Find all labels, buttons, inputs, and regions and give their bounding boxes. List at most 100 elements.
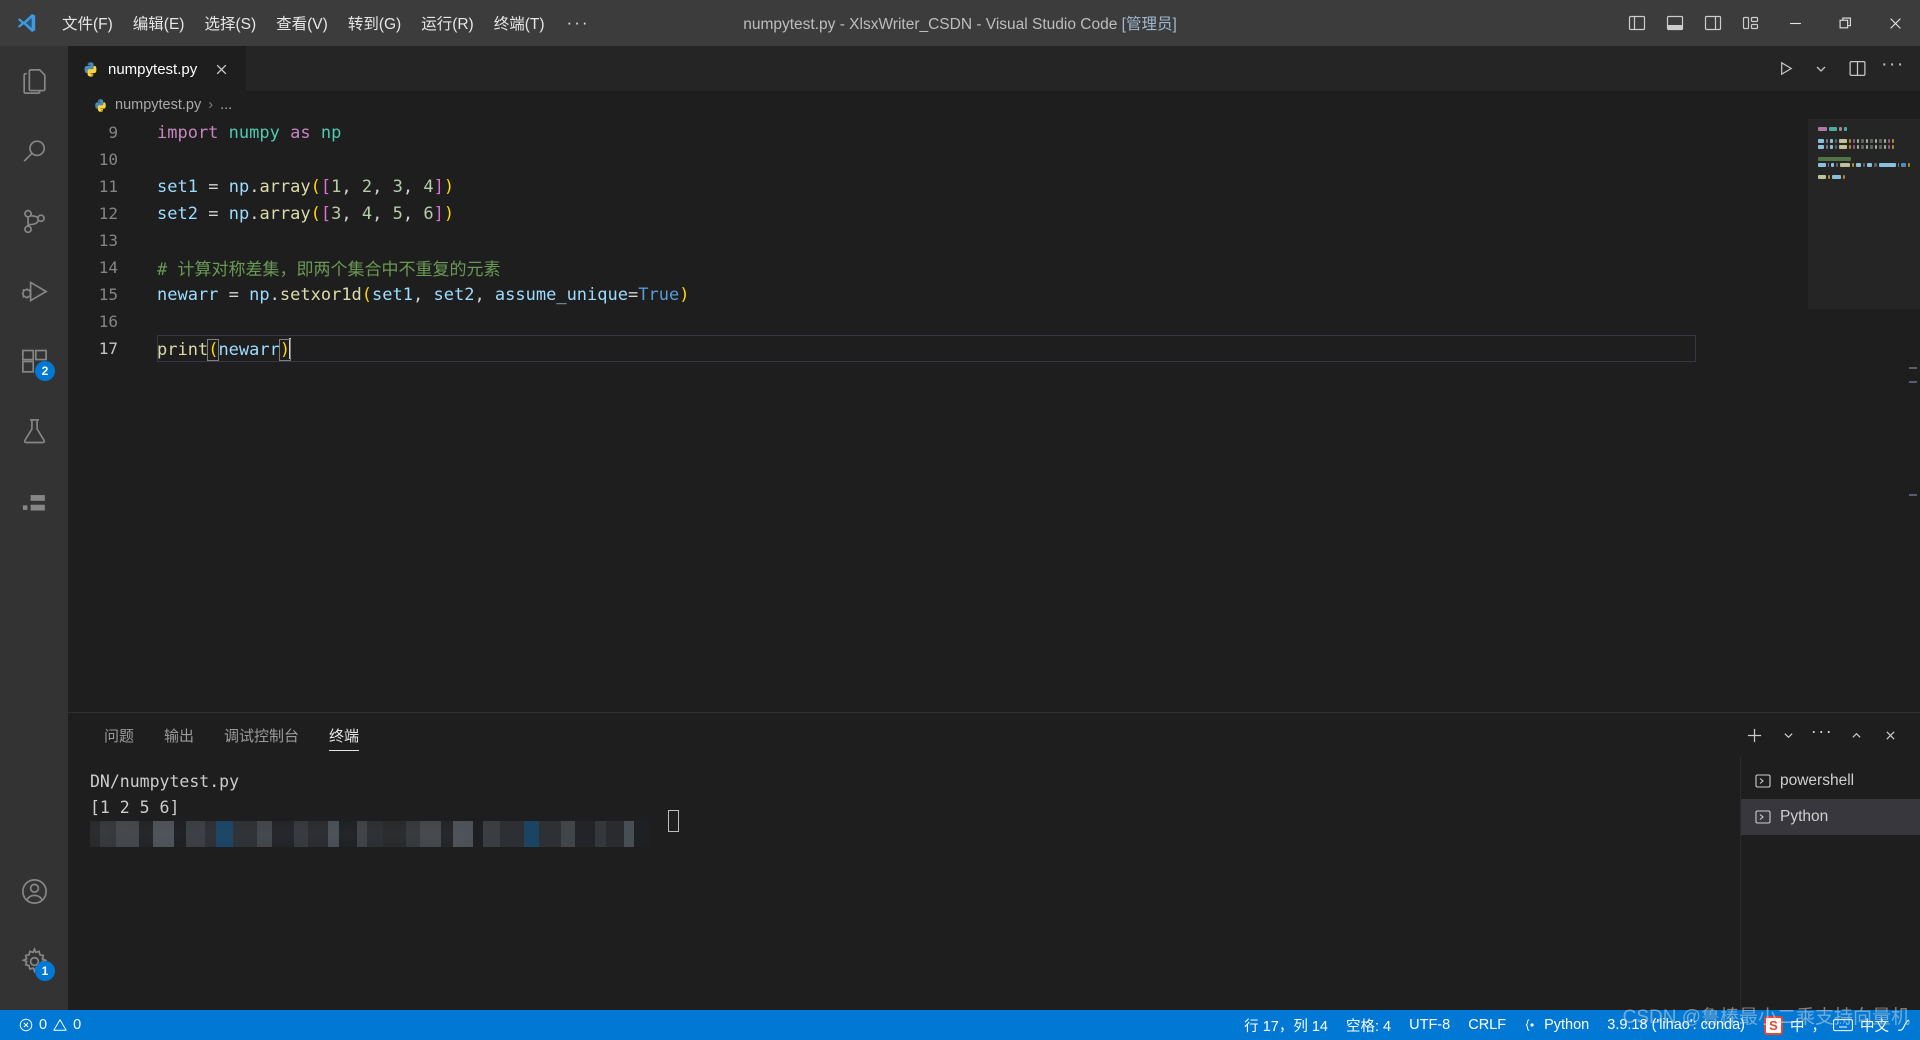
chevron-down-icon[interactable] [1804,52,1838,86]
python-icon [95,98,106,112]
code-line[interactable]: 13 [68,227,1808,254]
text-cursor [289,337,292,359]
status-eol[interactable]: CRLF [1459,1010,1515,1040]
terminal-output[interactable]: DN/numpytest.py [1 2 5 6] PS C:\Users\xx… [68,757,1740,1010]
minimap[interactable] [1808,119,1920,712]
breadcrumb: numpytest.py › ... [68,91,1920,119]
code-line[interactable]: 14 # 计算对称差集，即两个集合中不重复的元素 [68,254,1808,281]
plus-icon[interactable] [1738,719,1770,751]
error-circle-icon [19,1018,33,1032]
sidebar-item-source-control[interactable] [0,186,68,256]
menu-selection[interactable]: 选择(S) [194,0,266,46]
terminal-tab-powershell[interactable]: powershell [1741,763,1920,799]
tab-problems[interactable]: 问题 [92,713,146,757]
code-lines[interactable]: 9 import numpy as np 10 11 set1 = np.array([… [68,119,1808,712]
menu-view[interactable]: 查看(V) [266,0,338,46]
menu-run[interactable]: 运行(R) [411,0,484,46]
status-python-interpreter[interactable]: 3.9.18 ('lihao': conda) [1598,1010,1754,1040]
chevron-down-icon[interactable] [1772,719,1804,751]
ellipsis-icon[interactable]: ··· [1876,52,1910,86]
chevron-up-icon[interactable] [1840,719,1872,751]
menu-more[interactable]: ··· [555,0,602,46]
restore-button[interactable] [1820,0,1870,46]
minimap-line [1818,175,1910,179]
menu-go[interactable]: 转到(G) [338,0,411,46]
sidebar-item-explorer[interactable] [0,46,68,116]
keyboard-icon[interactable] [1833,1018,1853,1032]
ime-tray: S 中 ， 中文 [1754,1015,1912,1036]
close-icon[interactable] [1874,719,1906,751]
title-bar-actions [1618,0,1920,46]
sidebar-item-run-and-debug[interactable] [0,256,68,326]
menu-terminal[interactable]: 终端(T) [484,0,555,46]
menu-file[interactable]: 文件(F) [52,0,123,46]
panel-body: DN/numpytest.py [1 2 5 6] PS C:\Users\xx… [68,757,1920,1010]
code-line[interactable]: 12 set2 = np.array([3, 4, 5, 6]) [68,200,1808,227]
terminal-tab-label: Python [1780,808,1829,825]
tab-output[interactable]: 输出 [152,713,206,757]
line-number: 10 [98,150,118,169]
status-errors-warnings[interactable]: 0 0 [10,1010,90,1040]
code-text: set1 = np.array([1, 2, 3, 4]) [157,176,455,197]
minimap-line [1818,145,1910,149]
code-line[interactable]: 16 [68,308,1808,335]
warning-triangle-icon [53,1019,67,1031]
code-text: import numpy as np [157,122,342,143]
breadcrumb-file[interactable]: numpytest.py [115,97,201,113]
ellipsis-icon[interactable]: ··· [1806,719,1838,751]
code-line[interactable]: 11 set1 = np.array([1, 2, 3, 4]) [68,173,1808,200]
mosaic-overlay [90,821,650,847]
play-icon[interactable] [1768,52,1802,86]
tab-debug-console[interactable]: 调试控制台 [212,713,311,757]
window-title-admin: [管理员] [1121,16,1177,33]
line-number: 11 [98,177,118,196]
toggle-panel-icon[interactable] [1656,0,1694,46]
customize-layout-icon[interactable] [1732,0,1770,46]
code-line[interactable]: 10 [68,146,1808,173]
workbench: 2 1 numpytest.py ··· numpytest.py › ... … [0,46,1920,1010]
panel-actions: ··· [1738,719,1920,751]
minimize-button[interactable] [1770,0,1820,46]
sidebar-item-search[interactable] [0,116,68,186]
toggle-secondary-sidebar-icon[interactable] [1694,0,1732,46]
status-encoding[interactable]: UTF-8 [1400,1010,1459,1040]
sidebar-item-extensions[interactable]: 2 [0,326,68,396]
close-button[interactable] [1870,0,1920,46]
terminal-prompt-redacted: PS C:\Users\xxxxxxx\Desktop\xxxxxxxxx> [90,821,650,847]
menu-edit[interactable]: 编辑(E) [123,0,195,46]
status-cursor-position[interactable]: 行 17，列 14 [1235,1010,1337,1040]
code-editor[interactable]: 9 import numpy as np 10 11 set1 = np.array([… [68,119,1920,712]
breadcrumb-symbol[interactable]: ... [220,97,232,113]
toggle-primary-sidebar-icon[interactable] [1618,0,1656,46]
ime-punct-label[interactable]: ， [1812,1015,1827,1036]
python-icon [84,61,97,77]
tab-terminal[interactable]: 终端 [317,713,371,757]
line-number: 12 [98,204,118,223]
tab-numpytest-py[interactable]: numpytest.py [68,46,248,91]
sidebar-item-remote-explorer[interactable] [0,466,68,536]
ime-tray-label[interactable]: 中文 [1860,1015,1889,1036]
terminal-tab-python[interactable]: Python [1741,799,1920,835]
line-number: 13 [98,231,118,250]
status-language-mode[interactable]: Python [1515,1010,1598,1040]
split-editor-icon[interactable] [1840,52,1874,86]
code-line[interactable]: 17 print(newarr) [68,335,1808,362]
pen-icon[interactable] [1896,1017,1912,1033]
settings-badge: 1 [35,961,55,981]
sogou-icon[interactable]: S [1764,1015,1783,1035]
code-line[interactable]: 15 newarr = np.setxor1d(set1, set2, assum… [68,281,1808,308]
close-icon[interactable] [210,58,232,80]
panel-header: 问题 输出 调试控制台 终端 ··· [68,713,1920,757]
activity-bar: 2 1 [0,46,68,1010]
warning-count: 0 [73,1017,82,1033]
accounts-button[interactable] [0,856,68,926]
bottom-panel: 问题 输出 调试控制台 终端 ··· DN/numpytest.py [1 2 … [68,712,1920,1010]
ime-mode-label[interactable]: 中 [1790,1015,1805,1036]
editor-scrollbar[interactable] [1906,119,1920,712]
sidebar-item-testing[interactable] [0,396,68,466]
minimap-line [1818,151,1910,155]
status-indentation[interactable]: 空格: 4 [1337,1010,1400,1040]
code-line[interactable]: 9 import numpy as np [68,119,1808,146]
manage-settings-button[interactable]: 1 [0,926,68,996]
tab-label: numpytest.py [108,60,198,78]
